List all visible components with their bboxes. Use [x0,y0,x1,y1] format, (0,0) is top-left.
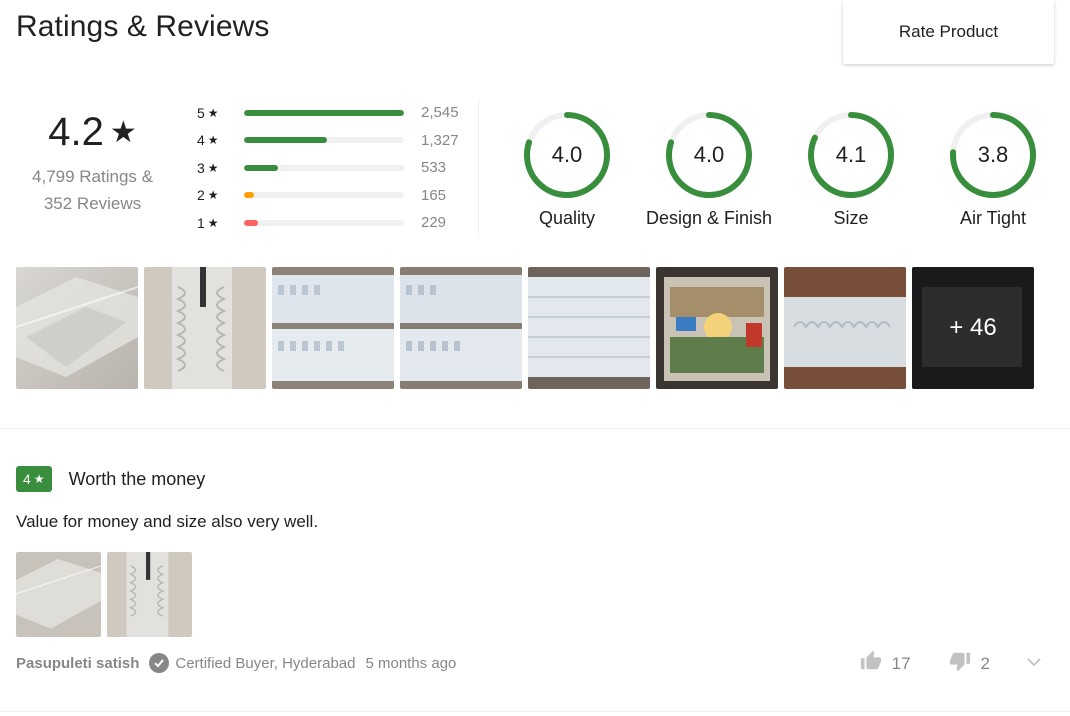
distribution-bar-fill [244,192,255,199]
star-icon: ★ [207,188,219,203]
star-level: 1 [197,214,205,231]
reviews-count: 352 Reviews [43,194,142,213]
like-button[interactable]: 17 [860,650,911,677]
customer-photo[interactable] [784,267,906,389]
customer-photo[interactable] [656,267,778,389]
distribution-label: 2 ★ [197,187,227,203]
review-rating-value: 4 [23,471,31,487]
star-level: 3 [197,159,205,176]
aspect-size[interactable]: 4.1 Size [780,110,922,229]
review-photo[interactable] [16,552,101,637]
review-time: 5 months ago [365,654,457,672]
thumbs-down-icon [949,650,971,677]
distribution-row: 4 ★ 1,327 [197,127,472,155]
star-level: 4 [197,132,205,149]
review-actions: 17 2 [860,650,1042,677]
aspect-name: Design & Finish [645,208,773,228]
distribution-row: 5 ★ 2,545 [197,99,472,127]
customer-photos: + 46 [16,267,1034,389]
review-author: Pasupuleti satish [16,654,140,672]
star-icon: ★ [33,472,45,486]
star-icon: ★ [207,160,219,175]
review-photo[interactable] [107,552,192,637]
aspect-name: Air Tight [959,208,1027,228]
rating-distribution: 5 ★ 2,545 4 ★ 1,327 3 ★ 533 2 ★ 165 1 ★ 229 [197,99,472,237]
rating-summary: 4.2 ★ 4,799 Ratings & 352 Reviews [0,110,185,217]
page-title: Ratings & Reviews [16,10,270,43]
distribution-label: 4 ★ [197,132,227,148]
aspect-ratings: 4.0 Quality 4.0 Design & Finish 4.1 Size… [496,110,1064,229]
distribution-count: 1,327 [421,131,459,149]
aspect-name: Quality [538,208,596,228]
aspect-name: Size [833,208,869,228]
aspect-ring: 4.1 [806,110,896,200]
distribution-label: 1 ★ [197,215,227,231]
aspect-ring: 4.0 [664,110,754,200]
distribution-bar-track [244,137,404,144]
distribution-bar-fill [244,219,259,226]
like-count: 17 [891,653,911,673]
average-rating: 4.2 ★ [48,110,137,155]
star-icon: ★ [109,116,137,149]
review-header: 4 ★ Worth the money [16,466,1056,492]
aspect-ring: 3.8 [948,110,1038,200]
review-footer: Pasupuleti satish Certified Buyer, Hyder… [16,650,1056,673]
aspect-air-tight[interactable]: 3.8 Air Tight [922,110,1064,229]
star-icon: ★ [207,105,219,120]
distribution-bar-fill [244,109,404,116]
aspect-value: 3.8 [977,142,1009,167]
rate-product-button[interactable]: Rate Product [843,0,1054,64]
ratings-count: 4,799 Ratings & [32,167,153,186]
customer-photo[interactable] [400,267,522,389]
customer-photo[interactable] [528,267,650,389]
more-photos-label: + 46 [912,267,1034,389]
certified-check-icon [149,653,170,673]
review-text: Value for money and size also very well. [16,512,319,531]
aspect-quality[interactable]: 4.0 Quality [496,110,638,229]
aspect-design-finish[interactable]: 4.0 Design & Finish [638,110,780,229]
star-level: 5 [197,104,205,121]
distribution-label: 3 ★ [197,160,227,176]
thumbs-up-icon [860,650,882,677]
distribution-bar-fill [244,137,328,144]
distribution-count: 165 [421,186,447,204]
review-title: Worth the money [68,468,206,489]
distribution-bar-track [244,164,404,171]
more-photos-tile[interactable]: + 46 [912,267,1034,389]
distribution-row: 2 ★ 165 [197,182,472,210]
review-card: 4 ★ Worth the money Value for money and s… [16,466,1056,673]
distribution-bar-track [244,192,404,199]
distribution-count: 229 [421,214,447,232]
certified-buyer-label: Certified Buyer, Hyderabad [175,654,356,672]
distribution-bar-track [244,219,404,226]
star-icon: ★ [207,133,219,148]
review-rating-badge: 4 ★ [16,466,52,492]
distribution-count: 2,545 [421,104,459,122]
customer-photo[interactable] [144,267,266,389]
dislike-button[interactable]: 2 [949,650,990,677]
distribution-label: 5 ★ [197,105,227,121]
star-icon: ★ [207,215,219,230]
distribution-bar-fill [244,164,278,171]
customer-photo[interactable] [272,267,394,389]
distribution-row: 3 ★ 533 [197,154,472,182]
aspect-value: 4.0 [551,142,583,167]
average-rating-value: 4.2 [48,110,104,154]
aspect-value: 4.1 [835,142,867,167]
distribution-count: 533 [421,159,447,177]
chevron-down-icon[interactable] [1026,654,1042,674]
customer-photo[interactable] [16,267,138,389]
distribution-bar-track [244,109,404,116]
section-divider [0,428,1070,429]
star-level: 2 [197,187,205,204]
review-photos [16,552,1056,637]
section-divider [478,98,479,234]
aspect-value: 4.0 [693,142,725,167]
section-divider [0,711,1070,712]
distribution-row: 1 ★ 229 [197,209,472,237]
aspect-ring: 4.0 [522,110,612,200]
dislike-count: 2 [980,653,990,673]
